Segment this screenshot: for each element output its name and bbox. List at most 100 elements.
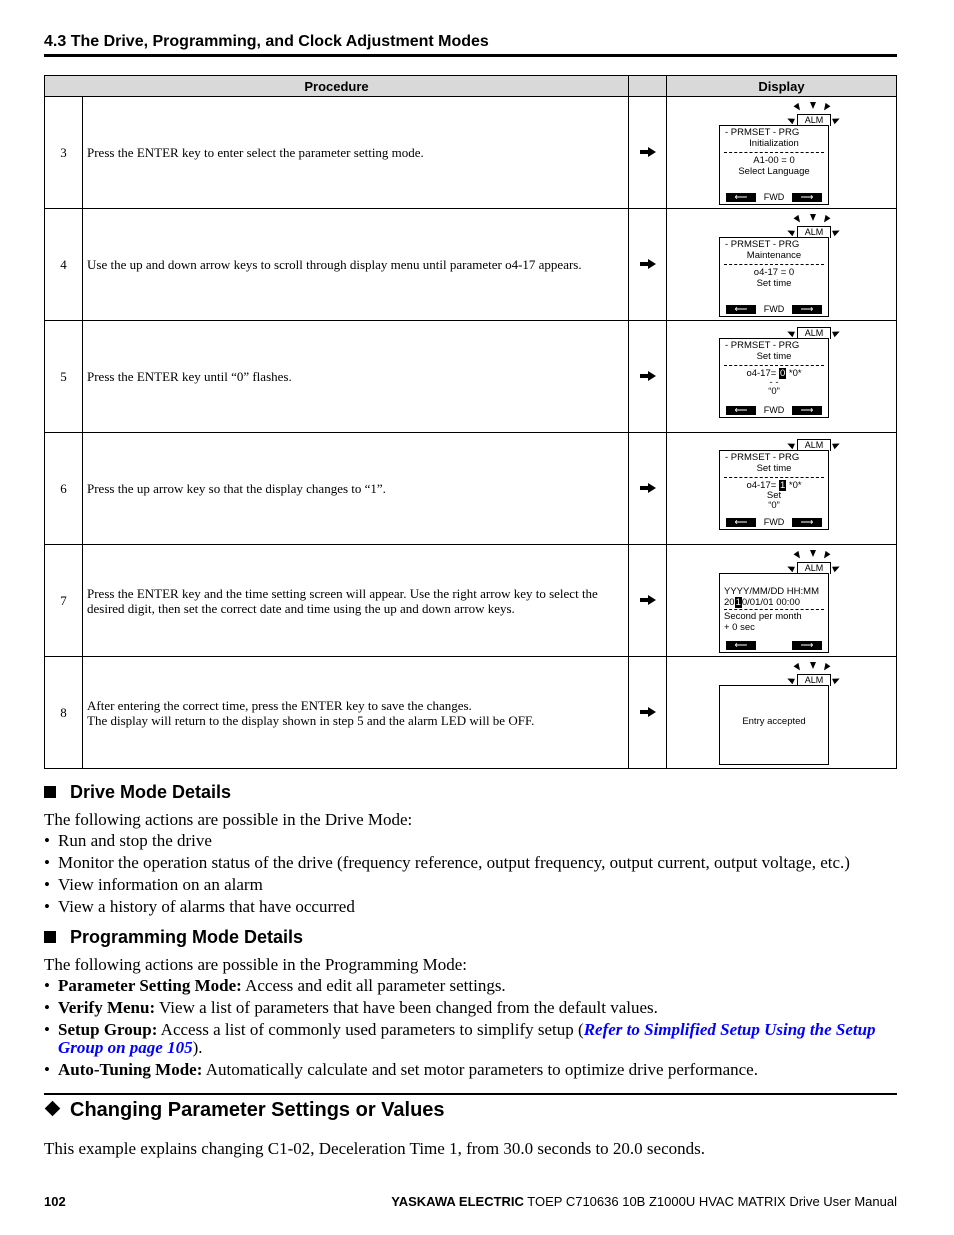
diamond-bullet-icon bbox=[44, 1100, 61, 1117]
left-arrow-icon: ⟵ bbox=[726, 518, 756, 527]
alarm-flash-icon bbox=[810, 102, 816, 109]
drive-mode-heading: Drive Mode Details bbox=[44, 782, 231, 803]
alarm-flash-icon bbox=[832, 440, 841, 450]
flashing-digit: 0 bbox=[778, 368, 787, 379]
lcd-default-value: “0” bbox=[768, 500, 780, 511]
procedure-header: Procedure bbox=[44, 75, 629, 97]
lcd-param-line: A1-00 = 0 bbox=[753, 155, 795, 166]
lcd-default-value: “0” bbox=[768, 386, 780, 397]
right-arrow-icon: ⟶ bbox=[792, 406, 822, 415]
alarm-flash-icon bbox=[786, 440, 795, 450]
changing-parameters-text: This example explains changing C1-02, De… bbox=[44, 1139, 705, 1158]
display-cell: ALM Entry accepted bbox=[666, 656, 897, 769]
lcd-mode-line: - PRMSET - PRG bbox=[725, 452, 800, 463]
keypad-display: ALM Entry accepted bbox=[719, 660, 849, 766]
alarm-flash-icon bbox=[810, 214, 816, 221]
step-description: After entering the correct time, press t… bbox=[82, 656, 629, 769]
lcd-format-line: YYYY/MM/DD HH:MM bbox=[724, 586, 819, 597]
right-arrow-icon: ⟶ bbox=[792, 641, 822, 650]
table-row: 3 Press the ENTER key to enter select th… bbox=[44, 96, 897, 209]
step-number: 8 bbox=[44, 656, 83, 769]
right-arrow-icon: ⟶ bbox=[792, 518, 822, 527]
lcd-screen: YYYY/MM/DD HH:MM 2010/01/01 00:00 Second… bbox=[719, 573, 829, 653]
alarm-flash-icon bbox=[786, 115, 795, 125]
keypad-display: ALM YYYY/MM/DD HH:MM 2010/01/01 00:00 Se… bbox=[719, 548, 849, 654]
arrow-header bbox=[628, 75, 667, 97]
keypad-display: ALM - PRMSET - PRG Initialization A1-00 … bbox=[719, 100, 849, 206]
lcd-softkey-bar: ⟵ FWD ⟶ bbox=[726, 192, 822, 202]
display-cell: ALM - PRMSET - PRG Set time o4-17= 0 *0*… bbox=[666, 320, 897, 433]
fwd-label: FWD bbox=[763, 192, 785, 202]
drive-mode-intro: The following actions are possible in th… bbox=[44, 810, 413, 829]
alarm-flash-icon bbox=[821, 662, 831, 673]
lcd-datetime-line: 2010/01/01 00:00 bbox=[724, 597, 800, 608]
lcd-line: Second per month bbox=[724, 611, 802, 622]
alarm-flash-icon bbox=[832, 115, 841, 125]
step-number: 3 bbox=[44, 96, 83, 209]
fwd-label: FWD bbox=[763, 517, 785, 527]
list-item: View a history of alarms that have occur… bbox=[44, 896, 850, 918]
lcd-line: + 0 sec bbox=[724, 622, 755, 633]
keypad-display: ALM - PRMSET - PRG Set time o4-17= 1 *0*… bbox=[719, 425, 849, 531]
alarm-flash-icon bbox=[832, 563, 841, 573]
alarm-flash-icon bbox=[793, 214, 803, 225]
display-cell: ALM - PRMSET - PRG Maintenance o4-17 = 0… bbox=[666, 208, 897, 321]
procedure-table: Procedure Display 3 Press the ENTER key … bbox=[44, 75, 897, 769]
lcd-screen: - PRMSET - PRG Set time o4-17= 0 *0* - -… bbox=[719, 338, 829, 418]
alarm-flash-icon bbox=[793, 662, 803, 673]
header-rule bbox=[44, 54, 897, 57]
programming-mode-intro: The following actions are possible in th… bbox=[44, 955, 468, 974]
step-number: 7 bbox=[44, 544, 83, 657]
brand-name: YASKAWA ELECTRIC bbox=[391, 1194, 524, 1209]
list-item: Parameter Setting Mode: Access and edit … bbox=[44, 975, 897, 997]
table-row: 8 After entering the correct time, press… bbox=[44, 656, 897, 769]
lcd-mode-line: - PRMSET - PRG bbox=[725, 340, 800, 351]
alarm-flash-icon bbox=[786, 328, 795, 338]
alarm-flash-icon bbox=[786, 227, 795, 237]
programming-mode-list: Parameter Setting Mode: Access and edit … bbox=[44, 975, 897, 1081]
alarm-flash-icon bbox=[821, 102, 831, 113]
step-description: Press the ENTER key and the time setting… bbox=[82, 544, 629, 657]
table-row: 6 Press the up arrow key so that the dis… bbox=[44, 432, 897, 545]
section-rule bbox=[44, 1093, 897, 1095]
alarm-flash-icon bbox=[832, 328, 841, 338]
table-header-row: Procedure Display bbox=[44, 75, 897, 97]
square-bullet-icon bbox=[44, 931, 56, 943]
lcd-mode-line: - PRMSET - PRG bbox=[725, 239, 800, 250]
alarm-flash-icon bbox=[821, 550, 831, 561]
step-number: 4 bbox=[44, 208, 83, 321]
lcd-group-line: Set time bbox=[756, 351, 792, 362]
keypad-display: ALM - PRMSET - PRG Set time o4-17= 0 *0*… bbox=[719, 313, 849, 419]
list-item: Verify Menu: View a list of parameters t… bbox=[44, 997, 897, 1019]
table-row: 5 Press the ENTER key until “0” flashes.… bbox=[44, 320, 897, 433]
lcd-param-line: o4-17 = 0 bbox=[753, 267, 795, 278]
fwd-label: FWD bbox=[763, 405, 785, 415]
square-bullet-icon bbox=[44, 786, 56, 798]
selected-digit: 1 bbox=[734, 597, 742, 608]
right-arrow-icon bbox=[639, 594, 656, 605]
left-arrow-icon: ⟵ bbox=[726, 193, 756, 202]
step-description: Press the ENTER key to enter select the … bbox=[82, 96, 629, 209]
lcd-group-line: Set time bbox=[756, 463, 792, 474]
right-arrow-icon bbox=[639, 370, 656, 381]
alarm-flash-icon bbox=[832, 227, 841, 237]
step-description: Press the ENTER key until “0” flashes. bbox=[82, 320, 629, 433]
alarm-flash-icon bbox=[786, 675, 795, 685]
keypad-display: ALM - PRMSET - PRG Maintenance o4-17 = 0… bbox=[719, 212, 849, 318]
lcd-param-name: Set time bbox=[756, 278, 792, 289]
display-header: Display bbox=[666, 75, 897, 97]
lcd-param-name: Select Language bbox=[738, 166, 810, 177]
lcd-message: Entry accepted bbox=[742, 716, 806, 727]
right-arrow-icon bbox=[639, 146, 656, 157]
lcd-softkey-bar: ⟵ ⟶ bbox=[726, 641, 822, 650]
list-item: Setup Group: Access a list of commonly u… bbox=[44, 1019, 897, 1059]
alarm-flash-icon bbox=[832, 675, 841, 685]
step-number: 6 bbox=[44, 432, 83, 545]
lcd-screen: Entry accepted bbox=[719, 685, 829, 765]
display-cell: ALM - PRMSET - PRG Initialization A1-00 … bbox=[666, 96, 897, 209]
lcd-group-line: Initialization bbox=[749, 138, 799, 149]
step-description: Use the up and down arrow keys to scroll… bbox=[82, 208, 629, 321]
lcd-screen: - PRMSET - PRG Maintenance o4-17 = 0 Set… bbox=[719, 237, 829, 317]
list-item: Monitor the operation status of the driv… bbox=[44, 852, 850, 874]
step-number: 5 bbox=[44, 320, 83, 433]
